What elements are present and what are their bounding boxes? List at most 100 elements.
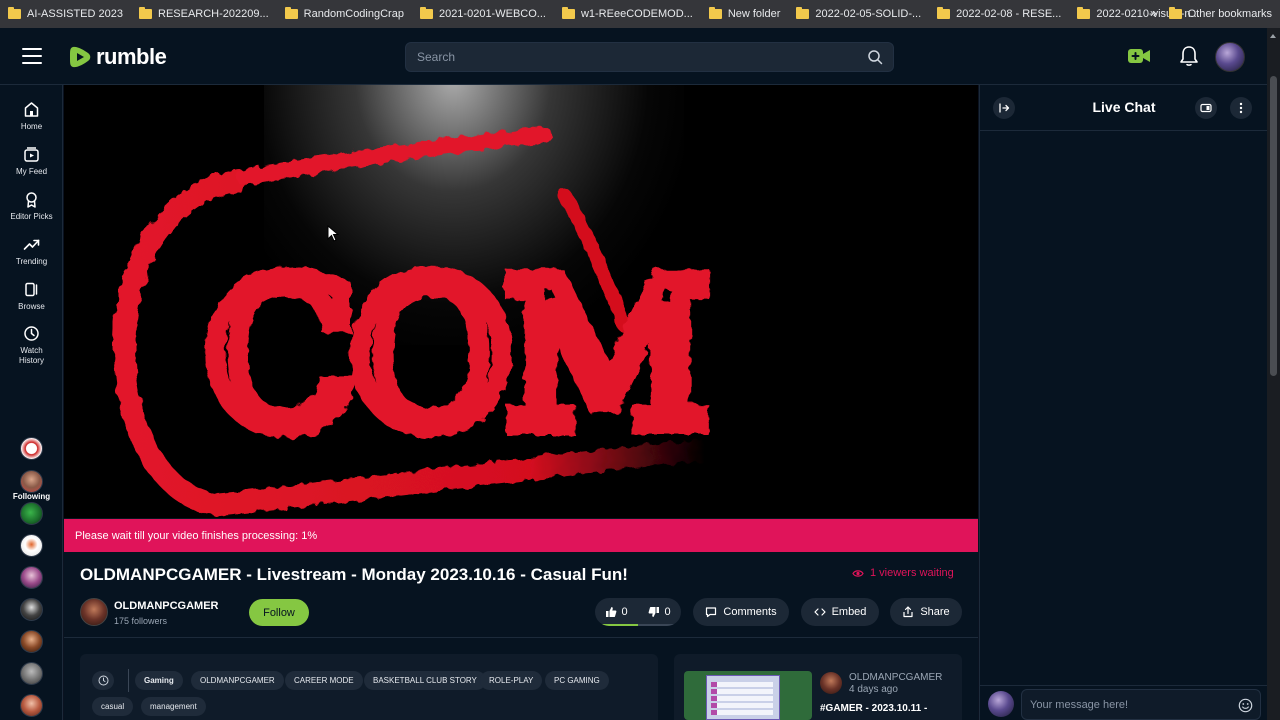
- followed-channel-avatar[interactable]: [20, 566, 43, 589]
- search-input[interactable]: [406, 43, 846, 71]
- bookmarks-bar: AI-ASSISTED 2023 RESEARCH-202209... Rand…: [0, 0, 1280, 28]
- bookmark-item[interactable]: RandomCodingCrap: [277, 0, 412, 28]
- bookmark-item[interactable]: 2022-02-05-SOLID-...: [788, 0, 929, 28]
- tag-category[interactable]: Gaming: [135, 671, 183, 690]
- comment-icon: [706, 607, 717, 618]
- more-vertical-icon: [1239, 102, 1243, 114]
- vote-buttons: 0 0: [595, 598, 681, 626]
- embed-button[interactable]: Embed: [801, 598, 879, 626]
- share-icon: [903, 606, 913, 618]
- chat-user-avatar: [988, 691, 1014, 717]
- sidebar-item-home[interactable]: Home: [0, 101, 63, 132]
- following-heading: Following: [12, 492, 51, 501]
- sidebar-item-watch-history[interactable]: Watch History: [0, 325, 63, 366]
- followed-channel-avatar[interactable]: [20, 598, 43, 621]
- emoji-icon[interactable]: [1238, 698, 1253, 713]
- followed-channel-avatar[interactable]: [20, 534, 43, 557]
- related-upload-time: 4 days ago: [849, 684, 898, 695]
- history-icon: [24, 326, 39, 341]
- search-bar[interactable]: [405, 42, 894, 72]
- dislike-ratio-bar: [638, 624, 677, 626]
- eye-icon: [852, 569, 864, 577]
- followed-channel-avatar[interactable]: [20, 630, 43, 653]
- notifications-bell-icon[interactable]: [1179, 45, 1199, 67]
- comments-button[interactable]: Comments: [693, 598, 789, 626]
- tag[interactable]: casual: [92, 697, 134, 716]
- folder-icon: [561, 7, 575, 19]
- clock-icon[interactable]: [92, 671, 114, 690]
- like-button[interactable]: 0: [595, 598, 638, 626]
- bookmark-item[interactable]: RESEARCH-202209...: [131, 0, 277, 28]
- followed-channel-avatar[interactable]: [20, 694, 43, 717]
- folder-icon: [708, 7, 722, 19]
- award-icon: [26, 192, 37, 208]
- chat-popout-button[interactable]: [1195, 97, 1217, 119]
- sidebar-item-my-feed[interactable]: My Feed: [0, 146, 63, 177]
- chat-title: Live Chat: [1092, 99, 1156, 115]
- go-live-icon[interactable]: [1127, 46, 1151, 66]
- folder-icon: [1077, 7, 1091, 19]
- followed-channel-avatar[interactable]: [20, 502, 43, 525]
- video-info: OLDMANPCGAMER - Livestream - Monday 2023…: [64, 552, 978, 720]
- followed-channel-avatar[interactable]: [20, 437, 43, 460]
- sidebar-item-browse[interactable]: Browse: [0, 281, 63, 312]
- chat-message-input[interactable]: [1022, 690, 1222, 719]
- like-ratio-bar: [599, 624, 638, 626]
- video-player[interactable]: COM: [64, 85, 978, 518]
- page-scrollbar[interactable]: [1267, 28, 1280, 720]
- related-video-card[interactable]: OLDMANPCGAMER 4 days ago #GAMER - 2023.1…: [674, 654, 962, 720]
- mouse-cursor-icon: [327, 225, 339, 242]
- followed-channel-avatar[interactable]: [20, 470, 43, 493]
- video-tags: Gaming OLDMANPCGAMER CAREER MODE BASKETB…: [80, 654, 658, 720]
- folder-icon: [139, 7, 152, 19]
- bookmark-item[interactable]: AI-ASSISTED 2023: [0, 0, 131, 28]
- tag[interactable]: OLDMANPCGAMER: [191, 671, 284, 690]
- folder-icon: [284, 7, 298, 19]
- viewers-waiting: 1 viewers waiting: [852, 567, 954, 579]
- code-icon: [813, 608, 826, 616]
- related-channel-avatar[interactable]: [820, 672, 842, 694]
- rumble-logo-icon: [70, 46, 91, 68]
- other-bookmarks[interactable]: Other bookmarks: [1161, 0, 1280, 28]
- chat-options-button[interactable]: [1230, 97, 1252, 119]
- tag[interactable]: BASKETBALL CLUB STORY: [364, 671, 486, 690]
- dislike-button[interactable]: 0: [638, 598, 681, 626]
- follow-button[interactable]: Follow: [249, 599, 309, 626]
- left-sidebar: Home My Feed Editor Picks Trending Brows…: [0, 85, 63, 720]
- menu-icon[interactable]: [22, 48, 42, 64]
- related-video-thumbnail[interactable]: [684, 671, 812, 720]
- channel-avatar[interactable]: [80, 598, 108, 626]
- browse-icon: [25, 282, 38, 297]
- bookmark-item[interactable]: 2021-0201-WEBCO...: [412, 0, 554, 28]
- followed-channel-avatar[interactable]: [20, 662, 43, 685]
- channel-name[interactable]: OLDMANPCGAMER: [114, 600, 219, 612]
- video-frame-graphic: COM: [112, 127, 720, 517]
- chat-header: Live Chat: [980, 85, 1268, 131]
- tag[interactable]: management: [141, 697, 206, 716]
- scroll-up-arrow-icon[interactable]: [1270, 34, 1276, 38]
- sidebar-item-trending[interactable]: Trending: [0, 236, 63, 267]
- search-icon[interactable]: [867, 49, 883, 65]
- bookmark-item[interactable]: New folder: [701, 0, 789, 28]
- bookmark-item[interactable]: w1-REeeCODEMOD...: [554, 0, 701, 28]
- folder-icon: [796, 7, 810, 19]
- thumbs-down-icon: [649, 607, 660, 617]
- thumbs-up-icon: [606, 607, 617, 617]
- bookmarks-overflow-button[interactable]: »: [1150, 6, 1157, 20]
- scrollbar-thumb[interactable]: [1270, 76, 1277, 376]
- related-video-title[interactable]: #GAMER - 2023.10.11 -: [820, 703, 927, 714]
- logo-text: rumble: [96, 44, 167, 69]
- bookmark-item[interactable]: 2022-02-08 - RESE...: [929, 0, 1069, 28]
- share-button[interactable]: Share: [890, 598, 962, 626]
- popout-icon: [1200, 103, 1212, 113]
- sidebar-item-editor-picks[interactable]: Editor Picks: [0, 191, 63, 222]
- folder-icon: [419, 7, 433, 19]
- related-channel-name[interactable]: OLDMANPCGAMER: [849, 672, 942, 683]
- rumble-logo[interactable]: rumble: [68, 44, 167, 70]
- chat-message-box[interactable]: [1021, 689, 1261, 720]
- user-avatar[interactable]: [1215, 42, 1245, 72]
- tag[interactable]: ROLE-PLAY: [480, 671, 543, 690]
- video-title: OLDMANPCGAMER - Livestream - Monday 2023…: [80, 565, 628, 584]
- tag[interactable]: CAREER MODE: [285, 671, 363, 690]
- tag[interactable]: PC GAMING: [545, 671, 609, 690]
